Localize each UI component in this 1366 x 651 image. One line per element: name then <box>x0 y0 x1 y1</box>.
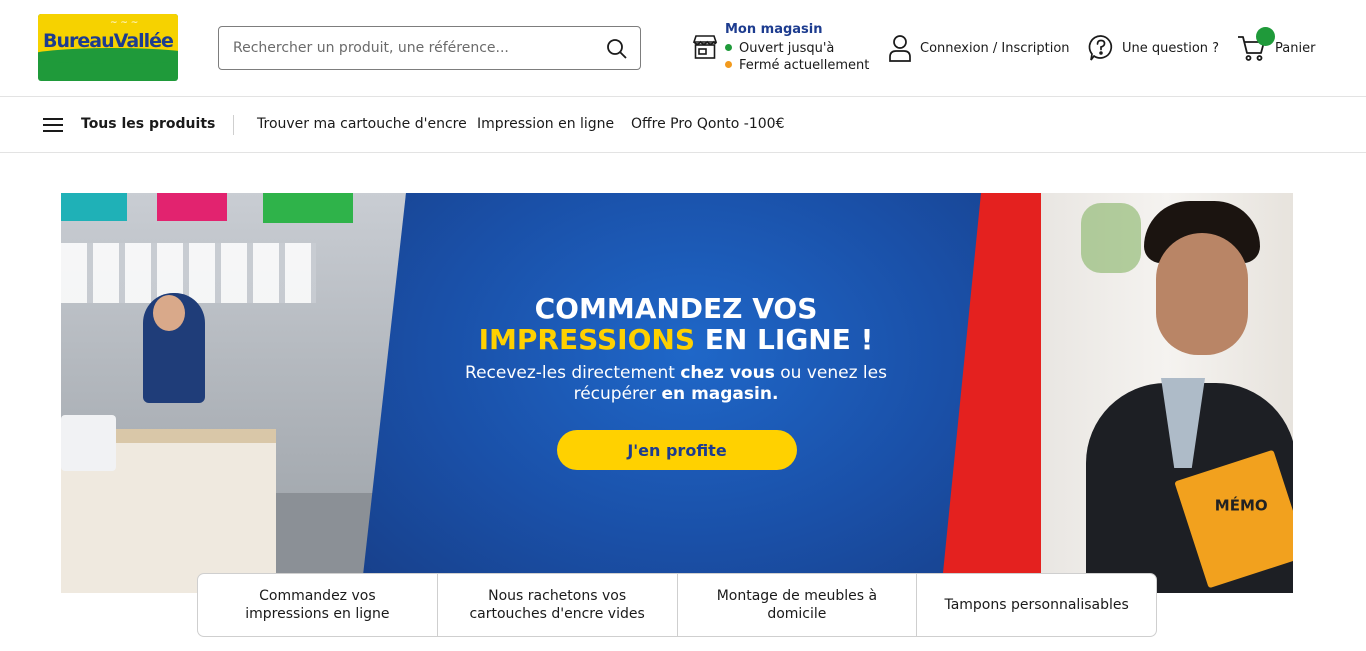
quick-link-online-printing[interactable]: Commandez vos impressions en ligne <box>198 574 438 636</box>
site-header: ~ ~ ~ BureauVallée Mon magasin Ouvert ju… <box>0 0 1366 97</box>
question-icon <box>1088 35 1113 61</box>
cart-label: Panier <box>1275 40 1316 56</box>
banner-text: COMMANDEZ VOS IMPRESSIONS EN LIGNE ! Rec… <box>441 293 911 405</box>
store-closed-text: Fermé actuellement <box>739 58 870 73</box>
search-input[interactable] <box>233 27 603 69</box>
banner-subtitle: Recevez-les directement chez vous ou ven… <box>465 363 887 404</box>
closed-status-dot <box>725 61 732 68</box>
banner-cta-button[interactable]: J'en profite <box>557 430 797 470</box>
logo-text: BureauVallée <box>43 30 174 52</box>
nav-item-qonto-offer[interactable]: Offre Pro Qonto -100€ <box>631 116 784 132</box>
quick-link-custom-stamps[interactable]: Tampons personnalisables <box>917 574 1156 636</box>
quick-links-bar: Commandez vos impressions en ligne Nous … <box>197 573 1157 637</box>
store-title: Mon magasin <box>725 22 823 37</box>
store-closed-status: Fermé actuellement <box>725 58 869 73</box>
store-icon <box>692 35 718 59</box>
search-box <box>218 26 641 70</box>
store-open-text: Ouvert jusqu'à <box>739 41 835 56</box>
banner-headline-yellow: IMPRESSIONS <box>478 323 695 356</box>
all-products-link[interactable]: Tous les produits <box>81 116 215 132</box>
open-status-dot <box>725 44 732 51</box>
hero-banner[interactable]: MÉMO COMMANDEZ VOS IMPRESSIONS EN LIGNE … <box>61 193 1293 593</box>
logo-birds: ~ ~ ~ <box>110 18 139 28</box>
menu-icon[interactable] <box>43 118 63 132</box>
user-icon <box>889 35 911 62</box>
question-label: Une question ? <box>1122 40 1220 56</box>
login-link[interactable]: Connexion / Inscription <box>888 32 1070 64</box>
cart-link[interactable]: Panier <box>1237 32 1315 64</box>
store-open-status: Ouvert jusqu'à <box>725 41 834 56</box>
question-link[interactable]: Une question ? <box>1088 32 1219 64</box>
banner-headline-rest: EN LIGNE ! <box>695 323 874 356</box>
nav-item-ink-cartridge[interactable]: Trouver ma cartouche d'encre <box>257 116 467 132</box>
login-label: Connexion / Inscription <box>920 40 1070 56</box>
banner-headline-1: COMMANDEZ VOS <box>534 292 818 325</box>
bureau-vallee-logo[interactable]: ~ ~ ~ BureauVallée <box>38 14 178 81</box>
quick-link-ink-buyback[interactable]: Nous rachetons vos cartouches d'encre vi… <box>438 574 678 636</box>
quick-link-furniture-assembly[interactable]: Montage de meubles à domicile <box>678 574 918 636</box>
nav-divider <box>233 115 234 135</box>
search-icon[interactable] <box>605 37 629 61</box>
nav-item-online-printing[interactable]: Impression en ligne <box>477 116 614 132</box>
banner-headline-2: IMPRESSIONS EN LIGNE ! <box>441 324 911 355</box>
banner-student-photo: MÉMO <box>1041 193 1293 593</box>
cart-badge <box>1256 27 1275 46</box>
main-nav: Tous les produits Trouver ma cartouche d… <box>0 97 1366 153</box>
